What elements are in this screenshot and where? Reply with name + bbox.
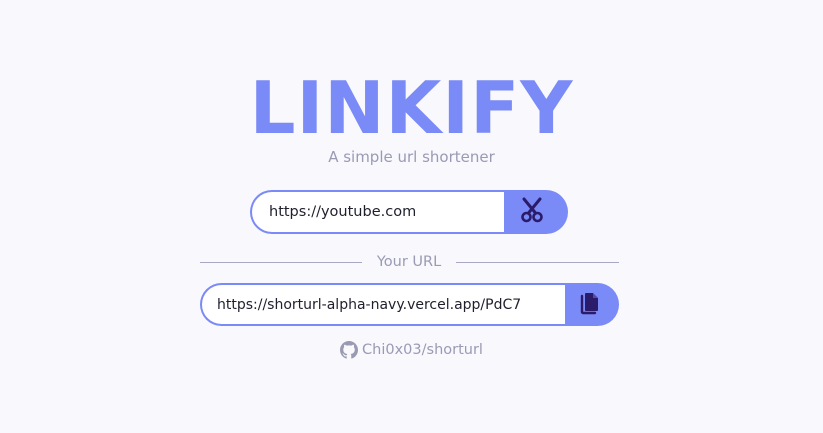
divider-right (456, 262, 619, 263)
copy-button[interactable] (565, 283, 619, 326)
github-repo-link[interactable]: Chi0x03/shorturl (0, 340, 823, 360)
divider-left (200, 262, 362, 263)
copy-icon (580, 291, 600, 319)
scissors-icon (521, 197, 544, 227)
app-tagline: A simple url shortener (328, 148, 495, 166)
url-input[interactable] (250, 190, 530, 234)
github-icon (340, 341, 359, 359)
short-url-field[interactable] (200, 283, 580, 326)
repo-link-label: Chi0x03/shorturl (362, 342, 483, 358)
shorten-form (250, 190, 568, 234)
app-logo-title: LINKIFY (249, 66, 574, 150)
shorten-button[interactable] (504, 190, 568, 234)
app-root: LINKIFY A simple url shortener Your URL (0, 0, 823, 433)
result-form (200, 283, 619, 326)
your-url-label: Your URL (376, 254, 442, 270)
